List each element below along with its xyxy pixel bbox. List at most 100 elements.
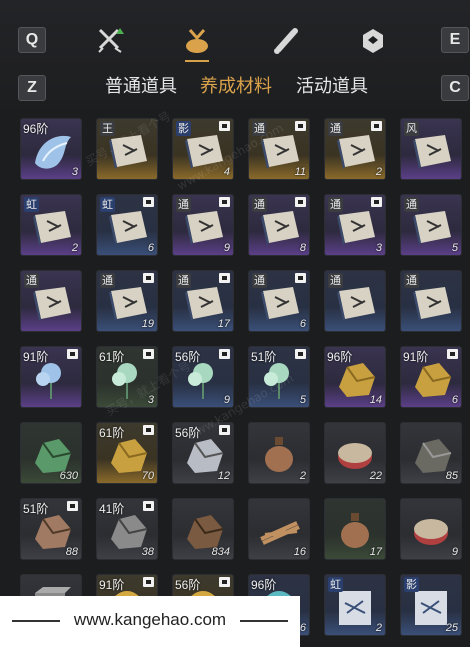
bound-badge-icon	[143, 273, 154, 283]
inventory-slot[interactable]: 41阶 38	[96, 498, 158, 560]
inventory-slot[interactable]: 61阶 3	[96, 346, 158, 408]
seal-box-icon	[414, 519, 448, 545]
subtab-normal-items[interactable]: 普通道具	[105, 72, 177, 102]
subtab-event-items[interactable]: 活动道具	[296, 72, 368, 102]
item-count: 6	[299, 318, 306, 330]
tab-gems[interactable]	[358, 26, 388, 56]
key-z-button[interactable]: Z	[18, 75, 46, 101]
inventory-slot[interactable]: 96阶 14	[324, 346, 386, 408]
inventory-slot[interactable]: 王	[96, 118, 158, 180]
item-count: 834	[211, 546, 230, 558]
item-type-stamp: 通	[252, 197, 267, 212]
subtab-growth-materials[interactable]: 养成材料	[200, 72, 272, 102]
inventory-slot[interactable]: 16	[248, 498, 310, 560]
inventory-slot[interactable]: 91阶 6	[400, 346, 462, 408]
inventory-slot[interactable]: 通	[20, 270, 82, 332]
inventory-slot[interactable]: 风	[400, 118, 462, 180]
inventory-slot[interactable]: 虹2	[324, 574, 386, 636]
inventory-slot[interactable]: 51阶 5	[248, 346, 310, 408]
inventory-slot[interactable]: 2	[248, 422, 310, 484]
item-count: 11	[294, 166, 306, 178]
item-type-stamp: 通	[176, 197, 191, 212]
item-type-stamp: 虹	[100, 197, 115, 212]
inventory-slot[interactable]: 51阶 88	[20, 498, 82, 560]
bound-badge-icon	[143, 197, 154, 207]
inventory-slot[interactable]: 虹2	[20, 194, 82, 256]
item-type-stamp: 通	[404, 273, 419, 288]
item-count: 17	[369, 546, 382, 558]
item-type-stamp: 通	[328, 197, 343, 212]
item-count: 38	[141, 546, 154, 558]
item-count: 9	[223, 394, 230, 406]
item-count: 3	[71, 166, 78, 178]
item-type-stamp: 通	[404, 197, 419, 212]
scroll-icon	[274, 28, 298, 54]
inventory-slot[interactable]: 通	[324, 270, 386, 332]
inventory-slot[interactable]: 通3	[324, 194, 386, 256]
key-e-button[interactable]: E	[441, 27, 469, 53]
bound-badge-icon	[295, 121, 306, 131]
item-tier-label: 61阶	[99, 426, 125, 440]
inventory-slot[interactable]: 通 19	[96, 270, 158, 332]
inventory-slot[interactable]: 22	[324, 422, 386, 484]
inventory-slot[interactable]: 影4	[172, 118, 234, 180]
item-tier-label: 51阶	[23, 502, 49, 516]
item-tier-label: 41阶	[99, 502, 125, 516]
item-count: 25	[445, 622, 458, 634]
item-count: 17	[217, 318, 230, 330]
inventory-slot[interactable]: 通9	[172, 194, 234, 256]
inventory-slot[interactable]: 通8	[248, 194, 310, 256]
tab-materials[interactable]	[182, 26, 212, 56]
item-count: 2	[71, 242, 78, 254]
inventory-slot[interactable]: 61阶 70	[96, 422, 158, 484]
inventory-slot[interactable]: 56阶 9	[172, 346, 234, 408]
item-count: 14	[369, 394, 382, 406]
inventory-slot[interactable]: 630	[20, 422, 82, 484]
item-count: 9	[451, 546, 458, 558]
inventory-slot[interactable]: 通5	[400, 194, 462, 256]
footer-divider	[240, 620, 288, 622]
inventory-slot[interactable]: 834	[172, 498, 234, 560]
inventory-slot[interactable]: 通6	[248, 270, 310, 332]
tab-scrolls[interactable]	[272, 26, 302, 56]
item-type-stamp: 王	[100, 121, 115, 136]
inventory-slot[interactable]: 通 11	[248, 118, 310, 180]
inventory-slot[interactable]: 9	[400, 498, 462, 560]
wood-bundle-icon	[260, 521, 300, 545]
key-c-button[interactable]: C	[441, 75, 469, 101]
pouch-icon	[186, 29, 208, 53]
item-count: 4	[223, 166, 230, 178]
bound-badge-icon	[219, 425, 230, 435]
item-count: 3	[375, 242, 382, 254]
inventory-slot[interactable]: 85	[400, 422, 462, 484]
item-count: 5	[299, 394, 306, 406]
inventory-slot[interactable]: 96阶 3	[20, 118, 82, 180]
bound-badge-icon	[219, 121, 230, 131]
item-type-stamp: 虹	[328, 577, 343, 592]
item-count: 12	[217, 470, 230, 482]
inventory-slot[interactable]: 17	[324, 498, 386, 560]
item-count: 70	[141, 470, 154, 482]
item-type-stamp: 通	[176, 273, 191, 288]
gem-badge-icon	[363, 29, 383, 53]
inventory-slot[interactable]: 虹6	[96, 194, 158, 256]
inventory-slot[interactable]: 通 17	[172, 270, 234, 332]
item-count: 2	[299, 470, 306, 482]
tab-equipment[interactable]	[96, 26, 126, 56]
inventory-slot[interactable]: 通2	[324, 118, 386, 180]
item-type-stamp: 通	[252, 273, 267, 288]
item-type-stamp: 通	[252, 121, 267, 136]
key-q-button[interactable]: Q	[18, 27, 46, 53]
bound-badge-icon	[295, 273, 306, 283]
item-tier-label: 91阶	[23, 350, 49, 364]
inventory-slot[interactable]: 通	[400, 270, 462, 332]
bound-badge-icon	[371, 121, 382, 131]
item-count: 19	[141, 318, 154, 330]
item-tier-label: 91阶	[403, 350, 429, 364]
bound-badge-icon	[295, 349, 306, 359]
inventory-slot[interactable]: 91阶	[20, 346, 82, 408]
item-count: 6	[147, 242, 154, 254]
jade-ore-icon	[35, 439, 72, 473]
inventory-slot[interactable]: 56阶 12	[172, 422, 234, 484]
inventory-slot[interactable]: 影 25	[400, 574, 462, 636]
